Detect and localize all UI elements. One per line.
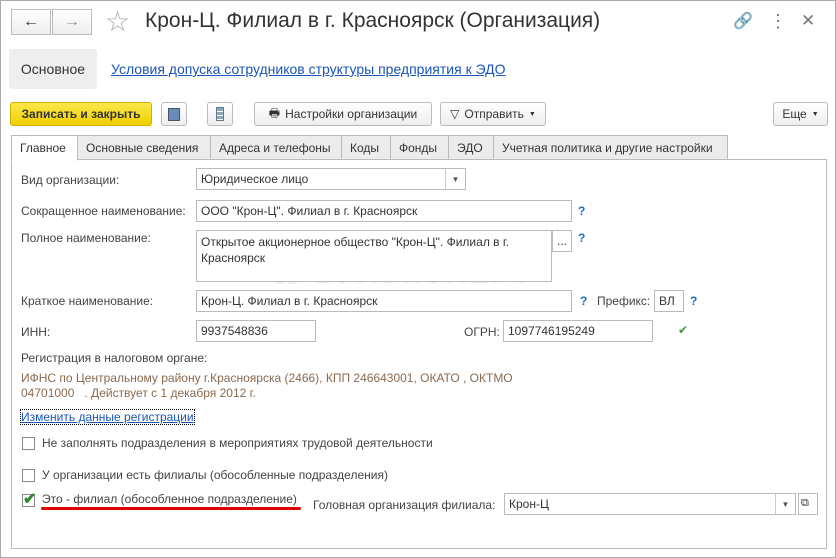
- short-name-label: Сокращенное наименование:: [21, 204, 186, 218]
- dropdown-icon: ▼: [811, 110, 819, 118]
- org-settings-button[interactable]: 🖶 Настройки организации: [254, 102, 432, 126]
- org-settings-label: Настройки организации: [285, 107, 418, 121]
- inn-input[interactable]: 9937548836: [196, 320, 316, 342]
- help-icon[interactable]: ?: [580, 294, 587, 308]
- send-label: Отправить: [464, 107, 524, 121]
- is-branch-label: Это - филиал (обособленное подразделение…: [42, 492, 297, 506]
- send-icon: ▽: [450, 107, 460, 121]
- full-name-edit-button[interactable]: ...: [552, 230, 572, 252]
- dropdown-icon: ▼: [528, 110, 536, 118]
- tab-accounting-policy[interactable]: Учетная политика и другие настройки: [493, 135, 728, 160]
- help-icon[interactable]: ?: [690, 294, 697, 308]
- tab-codes[interactable]: Коды: [341, 135, 391, 160]
- org-type-value: Юридическое лицо: [201, 172, 309, 186]
- section-main[interactable]: Основное: [9, 49, 97, 89]
- org-type-label: Вид организации:: [21, 173, 120, 187]
- tab-funds[interactable]: Фонды: [390, 135, 449, 160]
- ogrn-input[interactable]: 1097746195249: [503, 320, 653, 342]
- org-type-select[interactable]: Юридическое лицо ▼: [196, 168, 466, 190]
- full-name-input[interactable]: Открытое акционерное общество "Крон-Ц". …: [196, 230, 552, 282]
- tax-registration-line1: ИФНС по Центральному району г.Красноярск…: [21, 371, 513, 385]
- head-org-select[interactable]: Крон-Ц ▼: [504, 493, 796, 515]
- prefix-label: Префикс:: [597, 294, 651, 308]
- checkmark-icon: ✔: [23, 491, 37, 508]
- forward-button[interactable]: →: [52, 9, 92, 35]
- head-org-label: Головная организация филиала:: [313, 498, 496, 512]
- organization-window: ← → ☆ Крон-Ц. Филиал в г. Красноярск (Ор…: [0, 0, 836, 558]
- floppy-icon: [168, 107, 180, 121]
- close-icon[interactable]: ✕: [801, 11, 815, 31]
- list-icon: [216, 107, 224, 121]
- tab-main[interactable]: Главное: [11, 135, 78, 161]
- prefix-input[interactable]: ВЛ: [654, 290, 684, 312]
- open-head-org-button[interactable]: ⧉: [798, 493, 818, 515]
- help-icon[interactable]: ?: [578, 204, 585, 218]
- tab-basic-info[interactable]: Основные сведения: [77, 135, 211, 160]
- structure-button[interactable]: [207, 102, 233, 126]
- more-button[interactable]: Еще ▼: [773, 102, 828, 126]
- dropdown-icon: ▼: [775, 494, 795, 514]
- open-icon: ⧉: [801, 497, 809, 509]
- has-branches-label: У организации есть филиалы (обособленные…: [42, 468, 388, 482]
- tab-edo[interactable]: ЭДО: [448, 135, 494, 160]
- change-registration-link[interactable]: Изменить данные регистрации: [20, 409, 195, 425]
- save-close-button[interactable]: Записать и закрыть: [10, 102, 152, 126]
- star-icon[interactable]: ☆: [105, 5, 130, 38]
- save-button[interactable]: [161, 102, 187, 126]
- more-label: Еще: [782, 107, 807, 121]
- head-org-value: Крон-Ц: [509, 497, 549, 511]
- is-branch-checkbox[interactable]: ✔: [22, 491, 36, 508]
- edo-conditions-link[interactable]: Условия допуска сотрудников структуры пр…: [111, 61, 506, 77]
- red-underline: [41, 507, 301, 510]
- short-name-input[interactable]: ООО "Крон-Ц". Филиал в г. Красноярск: [196, 200, 572, 222]
- send-button[interactable]: ▽ Отправить ▼: [440, 102, 546, 126]
- tab-addresses[interactable]: Адреса и телефоны: [210, 135, 342, 160]
- full-name-label: Полное наименование:: [21, 231, 151, 245]
- back-icon: ←: [23, 13, 39, 30]
- tax-registration-label: Регистрация в налоговом органе:: [21, 351, 208, 365]
- back-button[interactable]: ←: [11, 9, 51, 35]
- has-branches-checkbox[interactable]: [22, 469, 35, 482]
- more-icon[interactable]: ⋮: [769, 11, 787, 32]
- no-fill-subdivisions-checkbox[interactable]: [22, 437, 35, 450]
- brief-name-label: Краткое наименование:: [21, 294, 154, 308]
- help-icon[interactable]: ?: [578, 231, 585, 245]
- link-icon[interactable]: 🔗: [733, 11, 753, 31]
- inn-label: ИНН:: [21, 325, 51, 339]
- forward-icon: →: [64, 13, 80, 30]
- printer-icon: 🖶: [268, 105, 281, 120]
- no-fill-subdivisions-label: Не заполнять подразделения в мероприятия…: [42, 436, 433, 450]
- window-title: Крон-Ц. Филиал в г. Красноярск (Организа…: [145, 9, 601, 32]
- ogrn-label: ОГРН:: [464, 325, 500, 339]
- dropdown-icon: ▼: [445, 169, 465, 189]
- check-icon: ✔: [678, 323, 689, 337]
- tax-registration-line2: 04701000 . Действует с 1 декабря 2012 г.: [21, 386, 256, 400]
- brief-name-input[interactable]: Крон-Ц. Филиал в г. Красноярск: [196, 290, 572, 312]
